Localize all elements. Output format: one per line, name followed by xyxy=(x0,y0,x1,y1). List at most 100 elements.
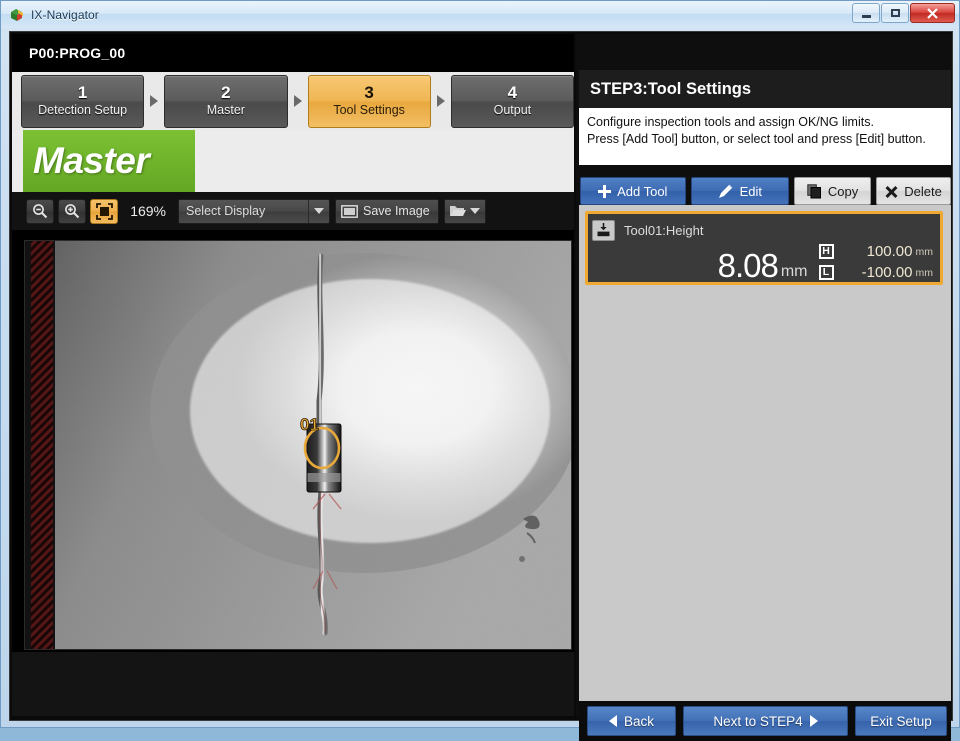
step-1-detection-setup[interactable]: 1 Detection Setup xyxy=(21,74,145,128)
close-icon xyxy=(927,7,938,19)
save-image-label: Save Image xyxy=(363,204,430,218)
tool-card-tool01[interactable]: Tool01:Height 8.08 mm H 100.00 mm L -100… xyxy=(585,211,943,285)
tool-list: Tool01:Height 8.08 mm H 100.00 mm L -100… xyxy=(579,205,951,701)
plus-icon xyxy=(598,184,612,198)
minimize-button[interactable] xyxy=(852,3,880,23)
add-tool-button[interactable]: Add Tool xyxy=(580,177,686,205)
step-number: 3 xyxy=(364,83,374,102)
select-display-dropdown[interactable]: Select Display xyxy=(178,198,330,224)
x-icon xyxy=(885,185,898,198)
right-panel-header: STEP3:Tool Settings xyxy=(579,70,951,108)
zoom-level-value: 169% xyxy=(130,203,166,219)
minimize-icon xyxy=(861,15,871,18)
program-label: P00:PROG_00 xyxy=(29,45,126,61)
low-limit-key: L xyxy=(818,265,834,280)
open-folder-button[interactable] xyxy=(443,198,486,224)
step-3-tool-settings[interactable]: 3 Tool Settings xyxy=(307,74,431,128)
step-arrow-icon xyxy=(293,95,302,107)
low-limit-unit: mm xyxy=(915,266,934,279)
back-button[interactable]: Back xyxy=(587,706,676,736)
maximize-button[interactable] xyxy=(881,3,909,23)
app-cube-icon xyxy=(9,7,25,23)
step-number: 1 xyxy=(77,83,88,102)
folder-open-icon xyxy=(450,206,467,216)
tool-card-header: Tool01:Height xyxy=(588,214,940,243)
application-window: IX-Navigator P00:PROG_00 1 Detection Set… xyxy=(0,0,960,741)
app-frame: P00:PROG_00 1 Detection Setup 2 Master 3… xyxy=(9,31,953,741)
image-toolbar: 169% Select Display Save Image xyxy=(12,192,574,230)
wizard-navigation-bar: Back Next to STEP4 Exit Setup xyxy=(579,701,951,741)
window-title: IX-Navigator xyxy=(31,7,99,22)
zoom-out-icon xyxy=(33,204,48,219)
tool-limits: H 100.00 mm L -100.00 mm xyxy=(818,241,934,283)
high-limit-unit: mm xyxy=(915,245,934,258)
low-limit-value: -100.00 xyxy=(861,264,913,281)
step-4-output[interactable]: 4 Output xyxy=(450,74,574,128)
tool-marker-label: 01 xyxy=(300,415,319,434)
zoom-in-icon xyxy=(65,204,80,219)
tool-action-toolbar: Add Tool Edit Copy Delete xyxy=(579,177,951,205)
select-display-value: Select Display xyxy=(186,204,266,218)
arrow-right-icon xyxy=(809,715,818,727)
step-label: Detection Setup xyxy=(38,103,128,117)
zoom-in-button[interactable] xyxy=(58,198,86,224)
right-panel-title: STEP3:Tool Settings xyxy=(590,79,752,98)
inspection-image-viewport[interactable]: 01 xyxy=(24,240,572,650)
step-2-master[interactable]: 2 Master xyxy=(164,74,288,128)
copy-tool-button[interactable]: Copy xyxy=(794,177,872,205)
add-tool-label: Add Tool xyxy=(617,183,668,199)
master-badge: Master xyxy=(23,130,195,192)
delete-tool-label: Delete xyxy=(904,183,942,199)
description-line-1: Configure inspection tools and assign OK… xyxy=(587,115,874,129)
step-label: Tool Settings xyxy=(333,103,405,117)
low-limit-row: L -100.00 mm xyxy=(818,262,934,283)
right-pane: STEP3:Tool Settings Configure inspection… xyxy=(576,34,952,741)
high-limit-value: 100.00 xyxy=(866,243,913,260)
step-navigation: 1 Detection Setup 2 Master 3 Tool Settin… xyxy=(12,72,574,130)
description-line-2: Press [Add Tool] button, or select tool … xyxy=(587,132,926,146)
window-controls xyxy=(851,3,955,23)
edit-tool-label: Edit xyxy=(739,183,763,199)
chevron-down-icon[interactable] xyxy=(308,199,329,223)
exit-label: Exit Setup xyxy=(870,713,932,729)
copy-tool-label: Copy xyxy=(827,183,859,199)
step-number: 2 xyxy=(221,83,231,102)
step-arrow-icon xyxy=(436,95,445,107)
chevron-down-icon[interactable] xyxy=(470,208,481,214)
close-button[interactable] xyxy=(910,3,955,23)
exit-setup-button[interactable]: Exit Setup xyxy=(855,706,947,736)
inspection-image: 01 xyxy=(25,241,571,649)
master-badge-label: Master xyxy=(33,140,150,181)
tool-card-name: Tool01:Height xyxy=(624,222,704,238)
step-label: Master xyxy=(206,103,245,117)
save-image-button[interactable]: Save Image xyxy=(335,198,439,224)
title-bar: IX-Navigator xyxy=(1,1,959,28)
next-label: Next to STEP4 xyxy=(713,713,803,729)
copy-icon xyxy=(807,183,821,198)
step-label: Output xyxy=(493,103,532,117)
tool-measured-unit: mm xyxy=(780,263,808,280)
zoom-out-button[interactable] xyxy=(26,198,54,224)
left-pane: P00:PROG_00 1 Detection Setup 2 Master 3… xyxy=(12,34,574,716)
tool-measured-value: 8.08 xyxy=(717,247,779,284)
master-banner-row: Master xyxy=(12,130,574,192)
delete-tool-button[interactable]: Delete xyxy=(876,177,951,205)
pencil-icon xyxy=(718,184,733,198)
step-arrow-icon xyxy=(150,95,159,107)
arrow-left-icon xyxy=(608,715,617,727)
image-icon xyxy=(341,204,358,218)
high-limit-key: H xyxy=(818,244,834,259)
fit-to-window-button[interactable] xyxy=(90,198,118,224)
high-limit-row: H 100.00 mm xyxy=(818,241,934,262)
next-step-button[interactable]: Next to STEP4 xyxy=(683,706,848,736)
tool-card-body: 8.08 mm H 100.00 mm L -100.00 mm xyxy=(588,241,940,284)
maximize-icon xyxy=(890,9,900,17)
height-tool-icon xyxy=(592,219,615,241)
right-panel-description: Configure inspection tools and assign OK… xyxy=(579,108,951,165)
fit-to-window-icon xyxy=(95,202,113,220)
program-bar: P00:PROG_00 xyxy=(12,34,574,72)
edit-tool-button[interactable]: Edit xyxy=(690,177,790,205)
back-label: Back xyxy=(623,713,654,729)
image-footer-strip xyxy=(12,652,574,716)
step-number: 4 xyxy=(507,83,518,102)
